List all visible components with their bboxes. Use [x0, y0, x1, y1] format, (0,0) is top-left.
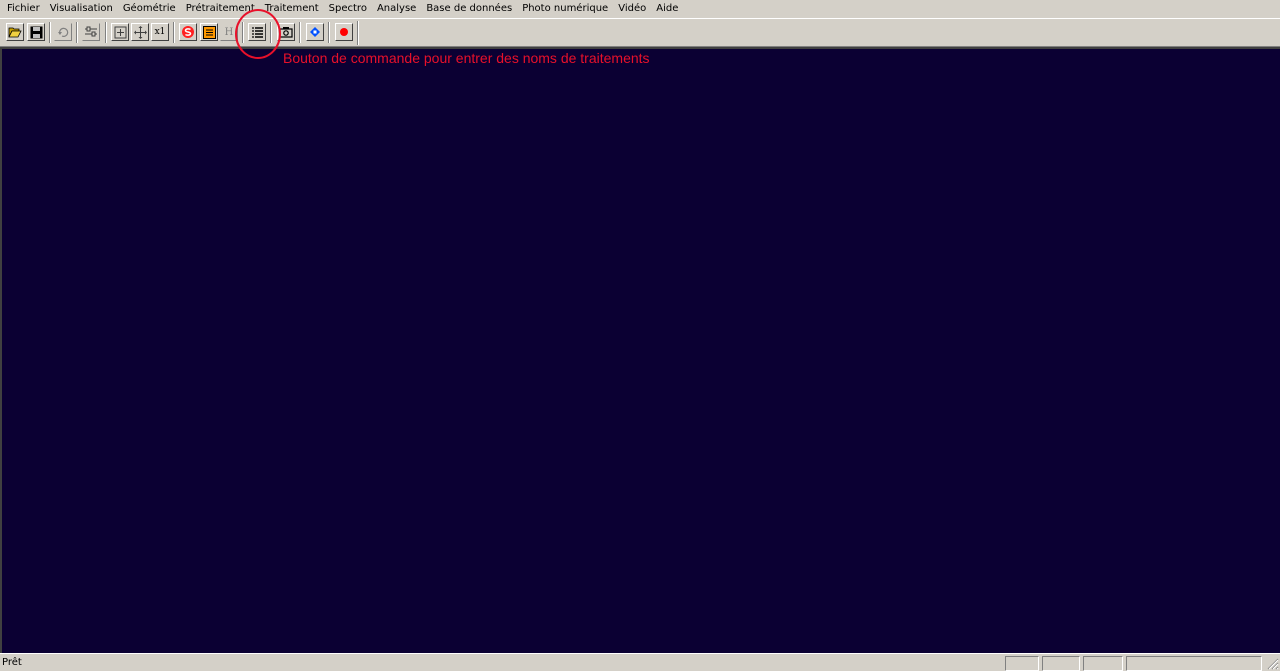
menu-pretraitement[interactable]: Prétraitement — [181, 1, 260, 17]
status-pane-3 — [1083, 656, 1123, 671]
annotation-label: Bouton de commande pour entrer des noms … — [283, 50, 650, 66]
undo-button[interactable] — [54, 23, 72, 41]
settings-sliders-icon — [84, 26, 98, 38]
settings-button[interactable] — [82, 23, 100, 41]
status-pane-4 — [1126, 656, 1262, 671]
h-letter-icon: H — [224, 26, 234, 38]
open-folder-icon — [8, 26, 22, 38]
menu-traitement[interactable]: Traitement — [260, 1, 324, 17]
save-disk-icon — [30, 26, 43, 39]
menu-visualisation[interactable]: Visualisation — [45, 1, 118, 17]
menu-geometrie[interactable]: Géométrie — [118, 1, 181, 17]
undo-icon — [57, 27, 69, 37]
main-workspace[interactable] — [0, 47, 1280, 653]
status-text: Prêt — [2, 657, 22, 668]
resize-grip-icon[interactable] — [1266, 657, 1279, 670]
blue-diamond-button[interactable] — [306, 23, 324, 41]
orange-list-button[interactable] — [200, 23, 218, 41]
pan-button[interactable] — [131, 23, 149, 41]
menu-photo-numerique[interactable]: Photo numérique — [517, 1, 613, 17]
blue-diamond-icon — [309, 26, 321, 38]
red-s-button[interactable] — [179, 23, 197, 41]
menu-analyse[interactable]: Analyse — [372, 1, 421, 17]
record-button[interactable] — [335, 23, 353, 41]
open-button[interactable] — [6, 23, 24, 41]
orange-list-icon — [202, 25, 216, 39]
zoom-1x-icon: x1 — [154, 27, 166, 37]
save-button[interactable] — [27, 23, 45, 41]
menu-fichier[interactable]: Fichier — [2, 1, 45, 17]
red-s-icon — [181, 25, 195, 39]
zoom-in-button[interactable] — [111, 23, 129, 41]
status-pane-2 — [1042, 656, 1080, 671]
menu-base-de-donnees[interactable]: Base de données — [421, 1, 517, 17]
record-red-dot-icon — [339, 27, 349, 37]
processing-names-button[interactable] — [248, 23, 266, 41]
zoom-in-icon — [114, 26, 127, 39]
camera-icon — [279, 26, 293, 38]
menu-spectro[interactable]: Spectro — [324, 1, 372, 17]
processing-names-list-icon — [251, 26, 264, 39]
zoom-1x-button[interactable]: x1 — [151, 23, 169, 41]
toolbar: x1 H — [0, 18, 1280, 47]
pan-move-icon — [133, 25, 147, 39]
h-button[interactable]: H — [220, 23, 238, 41]
status-bar: Prêt — [0, 653, 1280, 671]
menu-aide[interactable]: Aide — [651, 1, 683, 17]
camera-button[interactable] — [277, 23, 295, 41]
menu-video[interactable]: Vidéo — [613, 1, 651, 17]
status-pane-1 — [1005, 656, 1039, 671]
menu-bar: Fichier Visualisation Géométrie Prétrait… — [0, 0, 1280, 18]
